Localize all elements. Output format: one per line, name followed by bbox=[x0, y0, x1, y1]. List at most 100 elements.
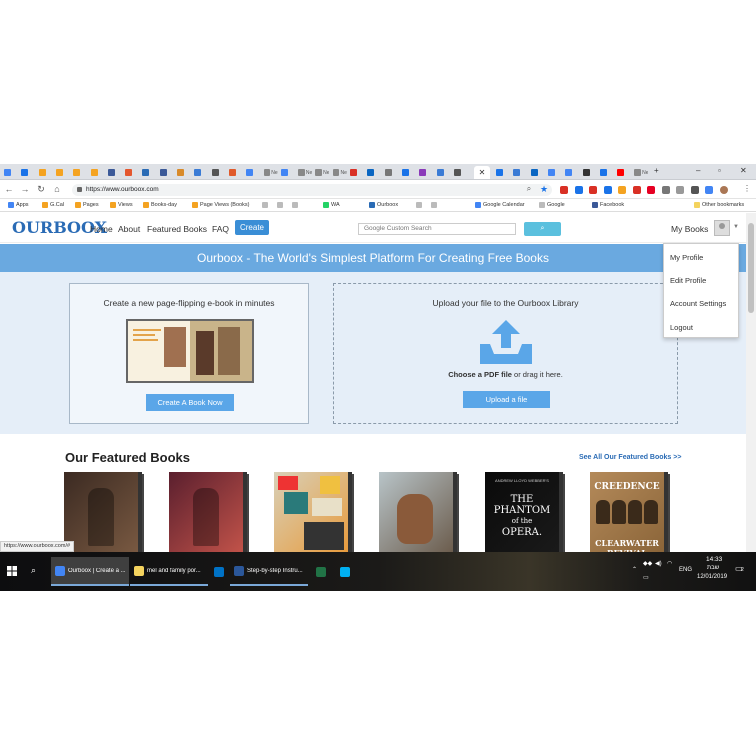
maximize-icon[interactable]: ▫ bbox=[718, 166, 721, 175]
taskbar-app[interactable]: Step-by-step Instru... bbox=[230, 557, 308, 586]
browser-tab[interactable] bbox=[4, 166, 18, 179]
bookmark-item[interactable]: Books-day bbox=[143, 202, 177, 208]
browser-tab[interactable] bbox=[565, 166, 579, 179]
extension-icon[interactable] bbox=[690, 186, 699, 194]
nav-home[interactable]: Home bbox=[90, 224, 113, 234]
browser-tab[interactable] bbox=[496, 166, 510, 179]
menu-item-edit-profile[interactable]: Edit Profile bbox=[670, 276, 706, 285]
bookmark-item[interactable] bbox=[262, 202, 270, 208]
browser-tab[interactable]: Ne bbox=[263, 166, 278, 179]
forward-icon[interactable]: → bbox=[20, 184, 30, 194]
windows-start-icon[interactable] bbox=[7, 566, 17, 576]
browser-tab[interactable] bbox=[211, 166, 226, 179]
book-cover-1[interactable] bbox=[64, 472, 142, 552]
upload-file-button[interactable]: Upload a file bbox=[463, 391, 550, 408]
book-cover-creedence[interactable]: CREEDENCE CLEARWATER REVIVAL bbox=[590, 472, 668, 552]
menu-item-my-profile[interactable]: My Profile bbox=[670, 253, 703, 262]
browser-tab[interactable]: Ne bbox=[634, 166, 648, 179]
home-icon[interactable]: ⌂ bbox=[52, 184, 62, 194]
close-window-icon[interactable]: ✕ bbox=[740, 166, 747, 175]
wifi-icon[interactable]: ◠ bbox=[667, 560, 672, 567]
minimize-icon[interactable]: – bbox=[696, 166, 700, 175]
browser-tab[interactable] bbox=[582, 166, 597, 179]
reload-icon[interactable]: ↻ bbox=[36, 184, 46, 195]
browser-tab[interactable] bbox=[599, 166, 614, 179]
taskbar-app[interactable] bbox=[210, 557, 226, 586]
menu-item-logout[interactable]: Logout bbox=[670, 323, 693, 332]
bookmark-star-icon[interactable]: ★ bbox=[539, 184, 549, 195]
browser-tab[interactable] bbox=[350, 166, 364, 179]
bookmark-item[interactable] bbox=[277, 202, 285, 208]
address-bar[interactable]: https://www.ourboox.com bbox=[72, 184, 552, 196]
language-indicator[interactable]: ENG bbox=[679, 567, 692, 573]
bookmark-item[interactable] bbox=[416, 202, 424, 208]
taskbar-app[interactable]: mel and family por... bbox=[130, 557, 208, 586]
create-button[interactable]: Create bbox=[235, 220, 269, 235]
bookmark-item[interactable] bbox=[431, 202, 439, 208]
bookmark-item[interactable]: Google Calendar bbox=[475, 202, 525, 208]
dropbox-icon[interactable]: ◆◆ bbox=[643, 560, 652, 567]
chevron-up-icon[interactable]: ⌃ bbox=[632, 566, 637, 573]
clock-time[interactable]: 14:33 bbox=[706, 556, 722, 563]
browser-tab[interactable] bbox=[453, 166, 468, 179]
browser-tab[interactable] bbox=[617, 166, 631, 179]
nav-featured-books[interactable]: Featured Books bbox=[147, 224, 207, 234]
bookmark-item[interactable]: Facebook bbox=[592, 202, 624, 208]
browser-tab[interactable]: Ne bbox=[315, 166, 329, 179]
extension-icon[interactable] bbox=[618, 186, 626, 194]
browser-tab[interactable] bbox=[107, 166, 122, 179]
avatar[interactable] bbox=[714, 220, 730, 236]
search-button[interactable]: ⌕ bbox=[524, 222, 561, 236]
browser-tab[interactable]: Ne bbox=[298, 166, 312, 179]
browser-tab[interactable] bbox=[159, 166, 174, 179]
extension-icon[interactable] bbox=[560, 186, 568, 194]
see-all-featured-link[interactable]: See All Our Featured Books >> bbox=[579, 454, 681, 461]
profile-avatar-icon[interactable] bbox=[719, 186, 728, 194]
browser-tab[interactable] bbox=[530, 166, 545, 179]
browser-tab[interactable] bbox=[38, 166, 53, 179]
extension-icon[interactable] bbox=[705, 186, 713, 194]
book-cover-4[interactable] bbox=[379, 472, 457, 552]
browser-tab[interactable] bbox=[384, 166, 399, 179]
browser-tab[interactable] bbox=[401, 166, 416, 179]
browser-tab[interactable] bbox=[436, 166, 451, 179]
bookmark-item[interactable]: Google bbox=[539, 202, 565, 208]
extension-icon[interactable] bbox=[603, 186, 612, 194]
close-tab-icon[interactable]: ✕ bbox=[479, 168, 486, 177]
extension-icon[interactable] bbox=[661, 186, 670, 194]
book-cover-2[interactable] bbox=[169, 472, 247, 552]
bookmark-item[interactable]: WA bbox=[323, 202, 340, 208]
menu-item-account-settings[interactable]: Account Settings bbox=[670, 299, 726, 308]
back-icon[interactable]: ← bbox=[4, 184, 14, 194]
bookmark-item[interactable]: Apps bbox=[8, 202, 29, 208]
bookmark-item[interactable]: Other bookmarks bbox=[694, 202, 744, 208]
network-icon[interactable]: ▭ bbox=[643, 574, 649, 581]
new-tab-icon[interactable]: + bbox=[654, 166, 659, 175]
extension-icon[interactable] bbox=[574, 186, 583, 194]
browser-tab[interactable] bbox=[513, 166, 527, 179]
active-tab[interactable]: ✕ bbox=[474, 166, 490, 179]
book-cover-phantom[interactable]: ANDREW LLOYD WEBBER'S THE PHANTOM of the OPE… bbox=[485, 472, 563, 552]
book-cover-3[interactable] bbox=[274, 472, 352, 552]
extension-icon[interactable] bbox=[632, 186, 641, 194]
taskbar-app[interactable]: Ourboox | Create a ... bbox=[51, 557, 129, 586]
bookmark-item[interactable]: Views bbox=[110, 202, 133, 208]
browser-tab[interactable] bbox=[419, 166, 433, 179]
bookmark-item[interactable]: G.Cal bbox=[42, 202, 64, 208]
extension-icon[interactable] bbox=[676, 186, 684, 194]
page-scrollbar[interactable] bbox=[746, 213, 756, 552]
browser-tab[interactable] bbox=[55, 166, 70, 179]
browser-tab[interactable] bbox=[246, 166, 260, 179]
browser-tab[interactable] bbox=[90, 166, 105, 179]
nav-about[interactable]: About bbox=[118, 224, 140, 234]
browser-tab[interactable] bbox=[142, 166, 156, 179]
search-input[interactable]: Google Custom Search bbox=[358, 223, 516, 235]
browser-tab[interactable] bbox=[367, 166, 381, 179]
bookmark-item[interactable]: Pages bbox=[75, 202, 99, 208]
browser-tab[interactable] bbox=[21, 166, 35, 179]
zoom-icon[interactable]: ⌕ bbox=[524, 184, 534, 194]
browser-tab[interactable] bbox=[73, 166, 87, 179]
chevron-down-icon[interactable]: ▼ bbox=[733, 224, 739, 230]
extension-icon[interactable] bbox=[647, 186, 655, 194]
browser-tab[interactable] bbox=[177, 166, 191, 179]
